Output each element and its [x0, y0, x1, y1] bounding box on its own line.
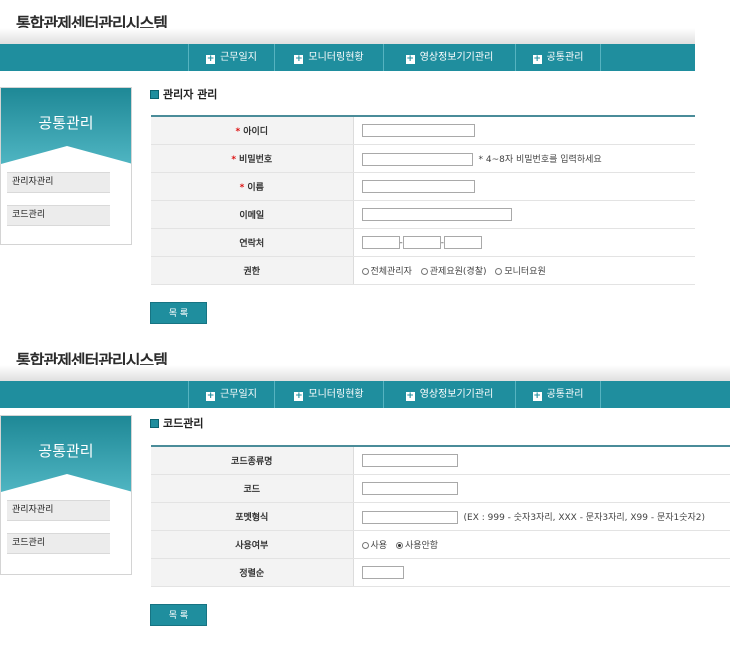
- main-nav: + 근무일지 + 모니터링현황 + 영상정보기기관리 + 공통관리: [0, 381, 730, 408]
- nav-common-management[interactable]: + 공통관리: [515, 44, 601, 71]
- form-row-code: 코드: [151, 474, 730, 503]
- main-nav: + 근무일지 + 모니터링현황 + 영상정보기기관리 + 공통관리: [0, 44, 695, 71]
- sidebar-item-code-management[interactable]: 코드관리: [7, 533, 110, 554]
- role-radio-police-operator[interactable]: [420, 268, 428, 275]
- form-row-code-type: 코드종류명: [151, 446, 730, 475]
- nav-common-management[interactable]: + 공통관리: [515, 381, 601, 408]
- form-row-use: 사용여부 사용 사용안함: [151, 530, 730, 559]
- code-form: 코드종류명 코드 포멧형식 (EX : 999 - 숫자3자리, XXX - 문…: [151, 445, 730, 587]
- sidebar-header: 공통관리: [1, 416, 131, 492]
- nav-video-device-management[interactable]: + 영상정보기기관리: [383, 44, 515, 71]
- asterisk-icon: *: [239, 183, 245, 193]
- use-radio-no[interactable]: [395, 542, 403, 549]
- password-input[interactable]: [361, 152, 473, 166]
- section-title: 관리자 관리: [150, 86, 217, 102]
- form-row-email: 이메일: [151, 200, 695, 229]
- code-type-input[interactable]: [361, 454, 458, 467]
- plus-icon: +: [405, 391, 415, 401]
- sidebar: 공통관리 관리자관리 코드관리: [0, 415, 132, 575]
- sidebar: 공통관리 관리자관리 코드관리: [0, 87, 132, 245]
- plus-icon: +: [532, 391, 542, 401]
- password-hint: * 4~8자 비밀번호를 입력하세요: [478, 154, 602, 165]
- nav-work-log[interactable]: + 근무일지: [188, 44, 274, 71]
- role-radio-all-admin[interactable]: [361, 268, 369, 275]
- nav-monitoring-status[interactable]: + 모니터링현황: [274, 44, 383, 71]
- sidebar-item-code-management[interactable]: 코드관리: [7, 205, 110, 226]
- plus-icon: +: [532, 54, 542, 64]
- name-input[interactable]: [361, 180, 475, 193]
- id-input[interactable]: [361, 124, 475, 137]
- plus-icon: +: [294, 54, 304, 64]
- header-shade: [0, 365, 730, 381]
- nav-monitoring-status[interactable]: + 모니터링현황: [274, 381, 383, 408]
- admin-form: * 아이디 * 비밀번호 * 4~8자 비밀번호를 입력하세요 * 이름 이메일 연락…: [151, 115, 695, 285]
- form-row-id: * 아이디: [151, 116, 695, 145]
- form-row-phone: 연락처 --: [151, 228, 695, 257]
- form-row-name: * 이름: [151, 172, 695, 201]
- plus-icon: +: [206, 391, 216, 401]
- format-input[interactable]: [361, 510, 458, 524]
- square-bullet-icon: [150, 419, 159, 428]
- code-input[interactable]: [361, 482, 458, 495]
- asterisk-icon: *: [231, 155, 237, 165]
- use-radio-yes[interactable]: [361, 542, 369, 549]
- order-input[interactable]: [361, 566, 404, 579]
- form-row-order: 정렬순: [151, 558, 730, 587]
- list-button[interactable]: 목 록: [150, 302, 207, 324]
- phone-part2-input[interactable]: [402, 236, 441, 249]
- email-input[interactable]: [361, 208, 512, 221]
- plus-icon: +: [294, 391, 304, 401]
- format-hint: (EX : 999 - 숫자3자리, XXX - 문자3자리, X99 - 문자…: [463, 512, 706, 523]
- sidebar-item-admin-management[interactable]: 관리자관리: [7, 172, 110, 193]
- plus-icon: +: [405, 54, 415, 64]
- square-bullet-icon: [150, 90, 159, 99]
- form-row-format: 포멧형식 (EX : 999 - 숫자3자리, XXX - 문자3자리, X99…: [151, 502, 730, 531]
- role-radio-monitor-operator[interactable]: [495, 268, 503, 275]
- admin-management-screen: 통합관제센터관리시스템 + 근무일지 + 모니터링현황 + 영상정보기기관리 + 공통관…: [0, 0, 730, 325]
- plus-icon: +: [206, 54, 216, 64]
- asterisk-icon: *: [235, 127, 241, 137]
- section-title: 코드관리: [150, 415, 203, 431]
- form-row-role: 권한 전체관리자 관제요원(경찰) 모니터요원: [151, 256, 695, 285]
- header-shade: [0, 28, 695, 44]
- list-button[interactable]: 목 록: [150, 604, 207, 626]
- phone-part3-input[interactable]: [444, 236, 482, 249]
- sidebar-header: 공통관리: [1, 88, 131, 164]
- form-row-password: * 비밀번호 * 4~8자 비밀번호를 입력하세요: [151, 144, 695, 173]
- sidebar-item-admin-management[interactable]: 관리자관리: [7, 500, 110, 521]
- nav-video-device-management[interactable]: + 영상정보기기관리: [383, 381, 515, 408]
- nav-work-log[interactable]: + 근무일지: [188, 381, 274, 408]
- code-management-screen: 통합관제센터관리시스템 + 근무일지 + 모니터링현황 + 영상정보기기관리 + 공통관…: [0, 337, 730, 651]
- phone-part1-input[interactable]: [361, 236, 400, 249]
